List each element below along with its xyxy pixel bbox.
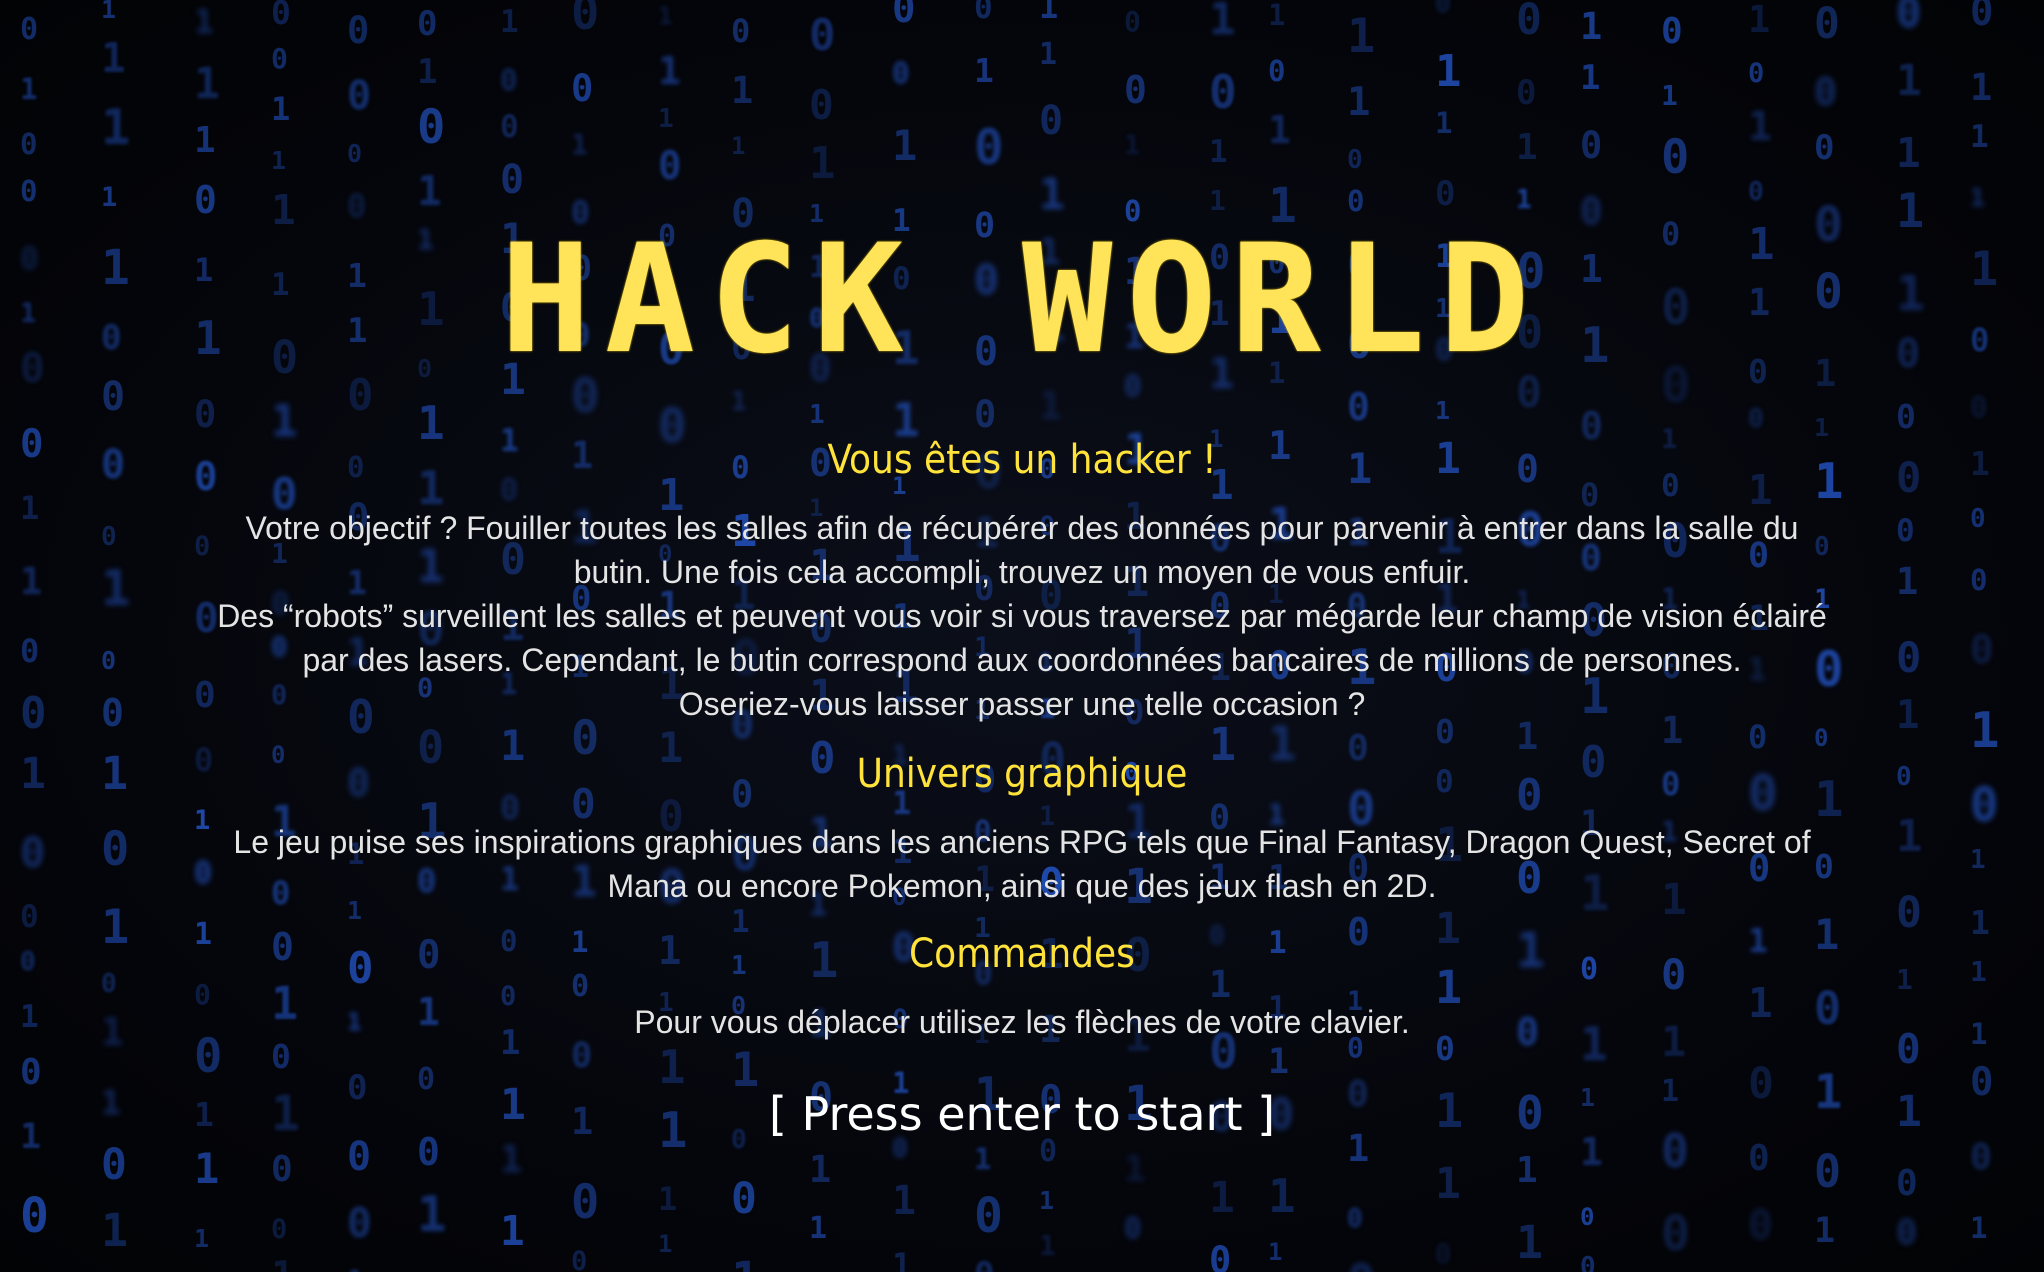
graphics-line: Le jeu puise ses inspirations graphiques… [233, 824, 1811, 860]
intro-line: par des lasers. Cependant, le butin corr… [302, 642, 1742, 678]
intro-paragraph: Votre objectif ? Fouiller toutes les sal… [140, 506, 1904, 726]
controls-heading: Commandes [909, 931, 1135, 977]
press-enter-prompt[interactable]: [ Press enter to start ] [0, 1086, 2044, 1142]
graphics-paragraph: Le jeu puise ses inspirations graphiques… [140, 820, 1904, 908]
game-title: HACK WORLD [500, 213, 1544, 387]
title-screen: 0100010011001000101011111100001001010110… [0, 0, 2044, 1272]
intro-heading: Vous êtes un hacker ! [827, 437, 1217, 483]
intro-line: butin. Une fois cela accompli, trouvez u… [573, 554, 1471, 590]
intro-line: Votre objectif ? Fouiller toutes les sal… [245, 510, 1799, 546]
graphics-heading: Univers graphique [856, 751, 1188, 797]
graphics-line: Mana ou encore Pokemon, ainsi que des je… [607, 868, 1437, 904]
intro-panel: HACK WORLD Vous êtes un hacker ! Votre o… [0, 0, 2044, 1272]
intro-line: Des “robots” surveillent les salles et p… [217, 598, 1827, 634]
intro-line: Oseriez-vous laisser passer une telle oc… [678, 686, 1366, 722]
controls-line: Pour vous déplacer utilisez les flèches … [634, 1004, 1410, 1040]
controls-paragraph: Pour vous déplacer utilisez les flèches … [140, 1000, 1904, 1044]
